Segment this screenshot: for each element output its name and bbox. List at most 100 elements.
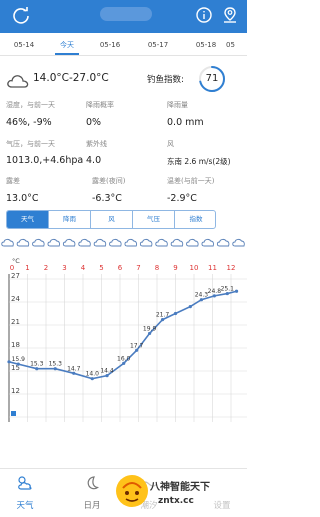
cloud-icon [124,238,138,247]
temperature-point [173,311,178,316]
temperature-point [234,289,239,293]
hour-label: 2 [44,264,48,272]
top-app-bar [0,0,247,33]
hour-label: 3 [62,264,66,272]
cloud-icon [216,238,230,247]
date-selector: 05-14 今天 05-16 05-17 05-18 05 [0,34,247,56]
hourly-cloud-icons [1,238,245,247]
tab-rain[interactable]: 降雨 [49,211,91,228]
cloud-icon [232,238,245,247]
temperature-point-label: 21.7 [156,312,170,319]
rain-probability-value: 0% [86,117,102,128]
temp-diff-label: 露差 [6,177,20,185]
temperature-point-label: 15.3 [30,361,44,368]
weather-icon [18,476,32,490]
partly-cloudy-icon [7,75,29,88]
night-temp-diff-value: -6.3°C [92,193,122,204]
wind-value: 东南 2.6 m/s(2级) [167,157,231,166]
hour-label: 10 [190,264,199,272]
hour-label: 0 [10,264,14,272]
date-active-indicator [55,53,79,55]
rainfall-label: 降雨量 [167,101,188,109]
y-tick-label: 18 [11,341,20,349]
tab-weather[interactable]: 天气 [7,211,49,228]
hour-label: 1 [25,264,29,272]
fishing-index-label: 钓鱼指数: [147,75,184,85]
cloud-icon [139,238,153,247]
temperature-point-label: 15.3 [49,361,63,368]
cloud-icon [62,238,76,247]
nav-weather[interactable]: 天气 [0,469,50,517]
temperature-point-label: 24.8 [208,288,222,295]
humidity-label: 湿度，与前一天 [6,101,55,109]
hour-label: 11 [208,264,217,272]
temperature-point-label: 17.7 [130,342,144,349]
rainfall-value: 0.0 mm [167,117,204,128]
hour-label: 8 [155,264,159,272]
temperature-point-label: 24.3 [195,292,209,299]
location-pin-icon[interactable] [219,4,241,26]
pressure-value: 1013.0,+4.6hpa [6,155,84,166]
day-temp-diff-label: 温差(与前一天) [167,177,215,185]
temperature-point-label: 19.9 [143,325,157,332]
y-tick-label: 12 [11,387,20,395]
temperature-point-label: 25.1 [221,286,235,293]
cloud-icon [155,238,168,247]
wind-label: 风 [167,140,174,148]
tab-index[interactable]: 指数 [175,211,215,228]
y-tick-label: 27 [11,272,20,280]
temperature-point [7,360,11,364]
date-tab[interactable]: 05 [226,34,247,56]
night-temp-diff-label: 露差(夜间) [92,177,126,185]
cloud-icon [47,238,61,247]
temperature-point-label: 15.9 [12,356,26,363]
uv-label: 紫外线 [86,140,107,148]
moon-icon [87,476,99,490]
rain-probability-label: 降雨概率 [86,101,114,109]
watermark-url: zntx.cc [158,496,194,506]
cloud-icon [93,238,107,247]
current-hour-marker [11,411,16,416]
date-tab[interactable]: 05-14 [6,34,42,56]
hour-label: 12 [227,264,236,272]
temperature-point-label: 14.7 [67,365,81,372]
cloud-icon [170,238,184,247]
date-tab[interactable]: 05-17 [140,34,176,56]
tab-pressure[interactable]: 气压 [133,211,175,228]
tab-wind[interactable]: 风 [91,211,133,228]
day-temp-diff-value: -2.9°C [167,193,197,204]
cloud-icon [201,238,215,247]
refresh-icon[interactable] [10,4,32,26]
temperature-point-label: 14.0 [86,371,100,378]
temperature-point-label: 14.4 [100,368,114,375]
cloud-icon [1,238,14,247]
cloud-icon [32,238,45,247]
pressure-label: 气压，与前一天 [6,140,55,148]
date-tab[interactable]: 05-18 [188,34,224,56]
hour-label: 5 [99,264,103,272]
cloud-icon [186,238,199,247]
date-tab[interactable]: 05-16 [92,34,128,56]
info-icon[interactable] [193,4,215,26]
hour-label: 4 [81,264,86,272]
fishing-index-value: 71 [205,73,219,84]
hour-label: 7 [136,264,140,272]
temperature-range: 14.0°C-27.0°C [33,72,109,84]
nav-weather-label: 天气 [16,501,34,511]
temp-diff-value: 13.0°C [6,193,39,204]
uv-value: 4.0 [86,155,102,166]
hour-label: 6 [118,264,123,272]
temperature-point-label: 16.0 [117,355,131,362]
y-tick-label: 24 [11,295,20,303]
temperature-chart: 0123456789101112272421181512915.915.315.… [7,264,247,422]
hour-label: 9 [173,264,177,272]
watermark-text: 八神智能天下 [150,482,210,493]
cloud-icon [109,238,122,247]
chart-tab-bar: 天气 降雨 风 气压 指数 [6,210,216,229]
cloud-icon [16,238,30,247]
cloud-icon [78,238,91,247]
y-tick-label: 21 [11,318,20,326]
temperature-point [188,305,192,309]
humidity-value: 46%, -9% [6,117,52,128]
location-title[interactable] [100,7,152,21]
